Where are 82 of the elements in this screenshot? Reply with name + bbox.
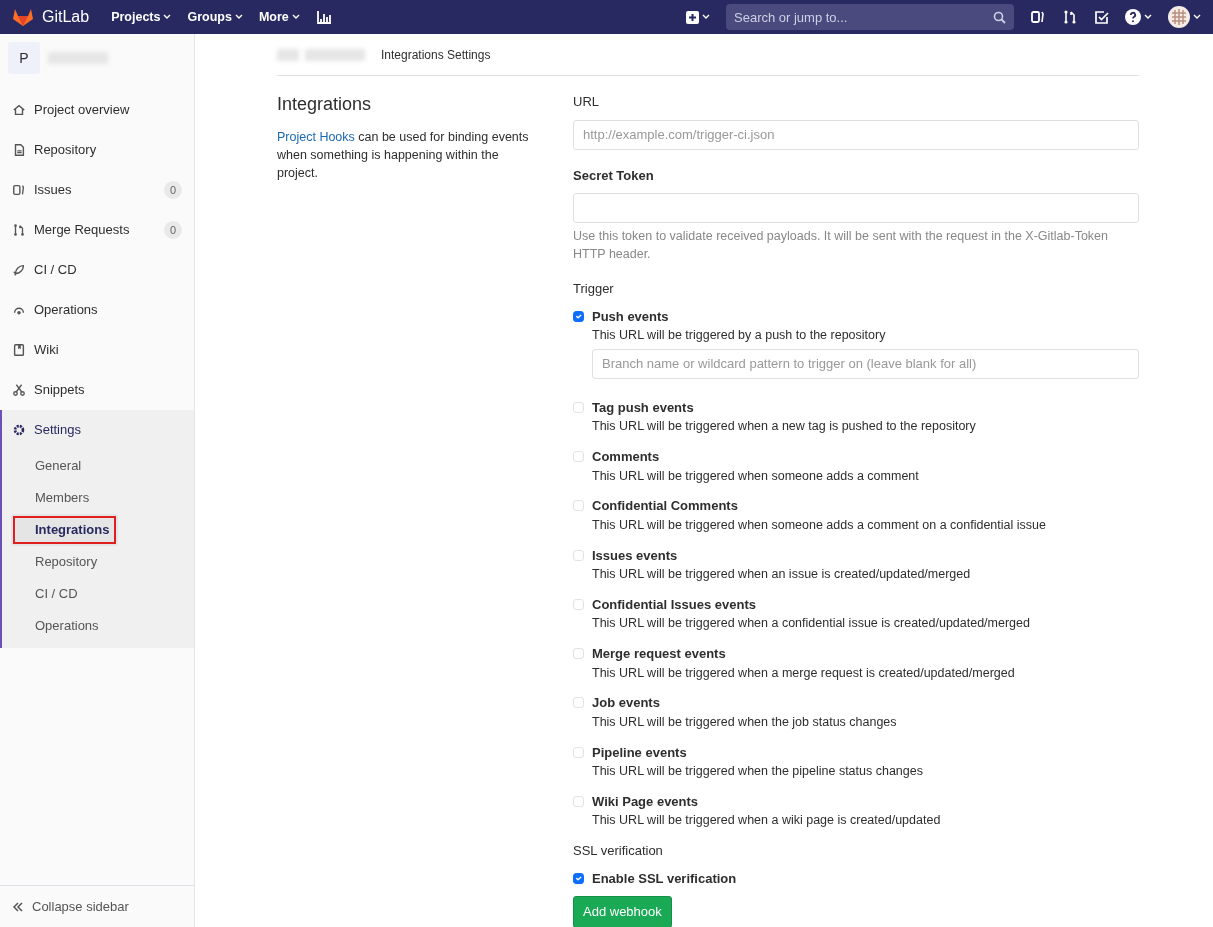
new-menu[interactable] [686,10,710,24]
todo-checkbox-icon[interactable] [1094,9,1109,25]
collapse-sidebar-button[interactable]: Collapse sidebar [0,885,194,927]
merge-request-icon[interactable] [1062,9,1078,25]
sidebar-item[interactable]: Issues 0 [0,170,194,210]
sidebar-item[interactable]: Settings [2,410,194,450]
trigger-label: Push events [592,307,670,326]
count-badge: 0 [163,220,182,240]
trigger-description: This URL will be triggered by a push to the repository [592,327,887,344]
trigger-label: Merge request events [592,645,727,663]
project-hooks-link[interactable]: Project Hooks [277,129,355,144]
breadcrumb-current: Integrations Settings [381,46,491,64]
sidebar-subitem[interactable]: Repository [2,546,194,578]
project-avatar[interactable]: P [8,42,40,74]
sidebar-subitem[interactable]: Operations [2,610,194,642]
checkbox[interactable] [573,872,584,884]
search-field[interactable]: Search or jump to... [726,4,1014,30]
trigger-description: This URL will be triggered when a wiki page is created/updated [592,812,942,830]
sidebar-subitem[interactable]: CI / CD [2,578,194,610]
field-label: SSL verification [573,842,664,860]
trigger-description: This URL will be triggered when a confidential issue is created/updated/merged [592,615,1031,633]
blurred-breadcrumb [277,48,299,61]
trigger-description: This URL will be triggered when the pipeline status changes [592,763,924,780]
trigger-description: This URL will be triggered when someone adds a comment on a confidential issue [592,516,1047,534]
nav-menu[interactable]: More [258,7,300,27]
search-icon[interactable] [993,10,1006,24]
sidebar-item[interactable]: Operations [0,290,194,330]
ssl-label: Enable SSL verification [592,869,737,888]
double-chevron-left-icon [12,900,24,913]
caret-icon [1193,14,1201,20]
trigger-description: This URL will be triggered when the job status changes [592,713,898,731]
caret-icon [234,14,243,20]
url-field[interactable]: http://example.com/trigger-ci.json [573,119,1139,150]
field-label: Secret Token [573,166,655,185]
sidebar-item[interactable]: CI / CD [0,250,194,290]
rocket-icon [12,263,26,277]
scissors-icon [12,383,26,397]
sidebar-subitem[interactable]: General [2,450,194,482]
branch-filter-field[interactable]: Branch name or wildcard pattern to trigger on (leave blank for all) [592,348,1139,379]
trigger-label: Wiki Page events [592,792,700,811]
sidebar-item[interactable]: Repository [0,130,194,170]
trigger-label: Pipeline events [592,743,688,762]
caret-icon [1144,14,1152,20]
nav-menu[interactable]: Projects [111,7,172,27]
field-label: Trigger [573,280,615,298]
trigger-description: This URL will be triggered when someone adds a comment [592,467,920,485]
sidebar-item[interactable]: Merge Requests 0 [0,210,194,250]
caret-icon [702,14,710,20]
help-text: Use this token to validate received payloads. It will be sent with the request in the X-Gitlab-Token HTTP header. [573,228,1109,263]
field-label: URL [573,93,600,111]
trigger-label: Comments [592,448,661,466]
caret-icon [163,14,172,20]
sidebar-item[interactable]: Project overview [0,90,194,130]
checkbox[interactable] [573,310,584,322]
issues-icon [12,183,26,197]
count-badge: 0 [163,180,182,200]
trigger-label: Issues events [592,546,679,565]
section-description: Project Hooks can be used for binding events when something is happening within the project. [277,128,530,182]
sidebar-subitem[interactable]: Members [2,482,194,514]
section-title: Integrations [277,94,373,116]
document-icon [12,143,26,157]
help-menu[interactable] [1125,9,1152,25]
book-icon [12,343,26,357]
sidebar-subitem[interactable]: Integrations [11,514,118,546]
gitlab-logo[interactable]: GitLab [12,5,90,29]
nav-menu[interactable]: Groups [187,7,243,27]
trigger-label: Tag push events [592,398,695,417]
secret-token-field[interactable] [573,193,1139,223]
home-icon [12,103,26,117]
sidebar-item[interactable]: Snippets [0,370,194,410]
merge-request-icon [12,223,26,237]
trigger-label: Confidential Issues events [592,595,757,614]
issues-icon[interactable] [1030,9,1046,25]
trigger-description: This URL will be triggered when a new tag is pushed to the repository [592,418,977,436]
caret-icon [291,14,300,20]
sidebar-item[interactable]: Wiki [0,330,194,370]
trigger-description: This URL will be triggered when an issue is created/updated/merged [592,566,972,583]
trigger-label: Job events [592,694,661,713]
trigger-description: This URL will be triggered when a merge request is created/updated/merged [592,664,1016,682]
user-avatar-menu[interactable] [1168,6,1201,28]
trigger-label: Confidential Comments [592,497,739,516]
blurred-breadcrumb [305,48,365,61]
